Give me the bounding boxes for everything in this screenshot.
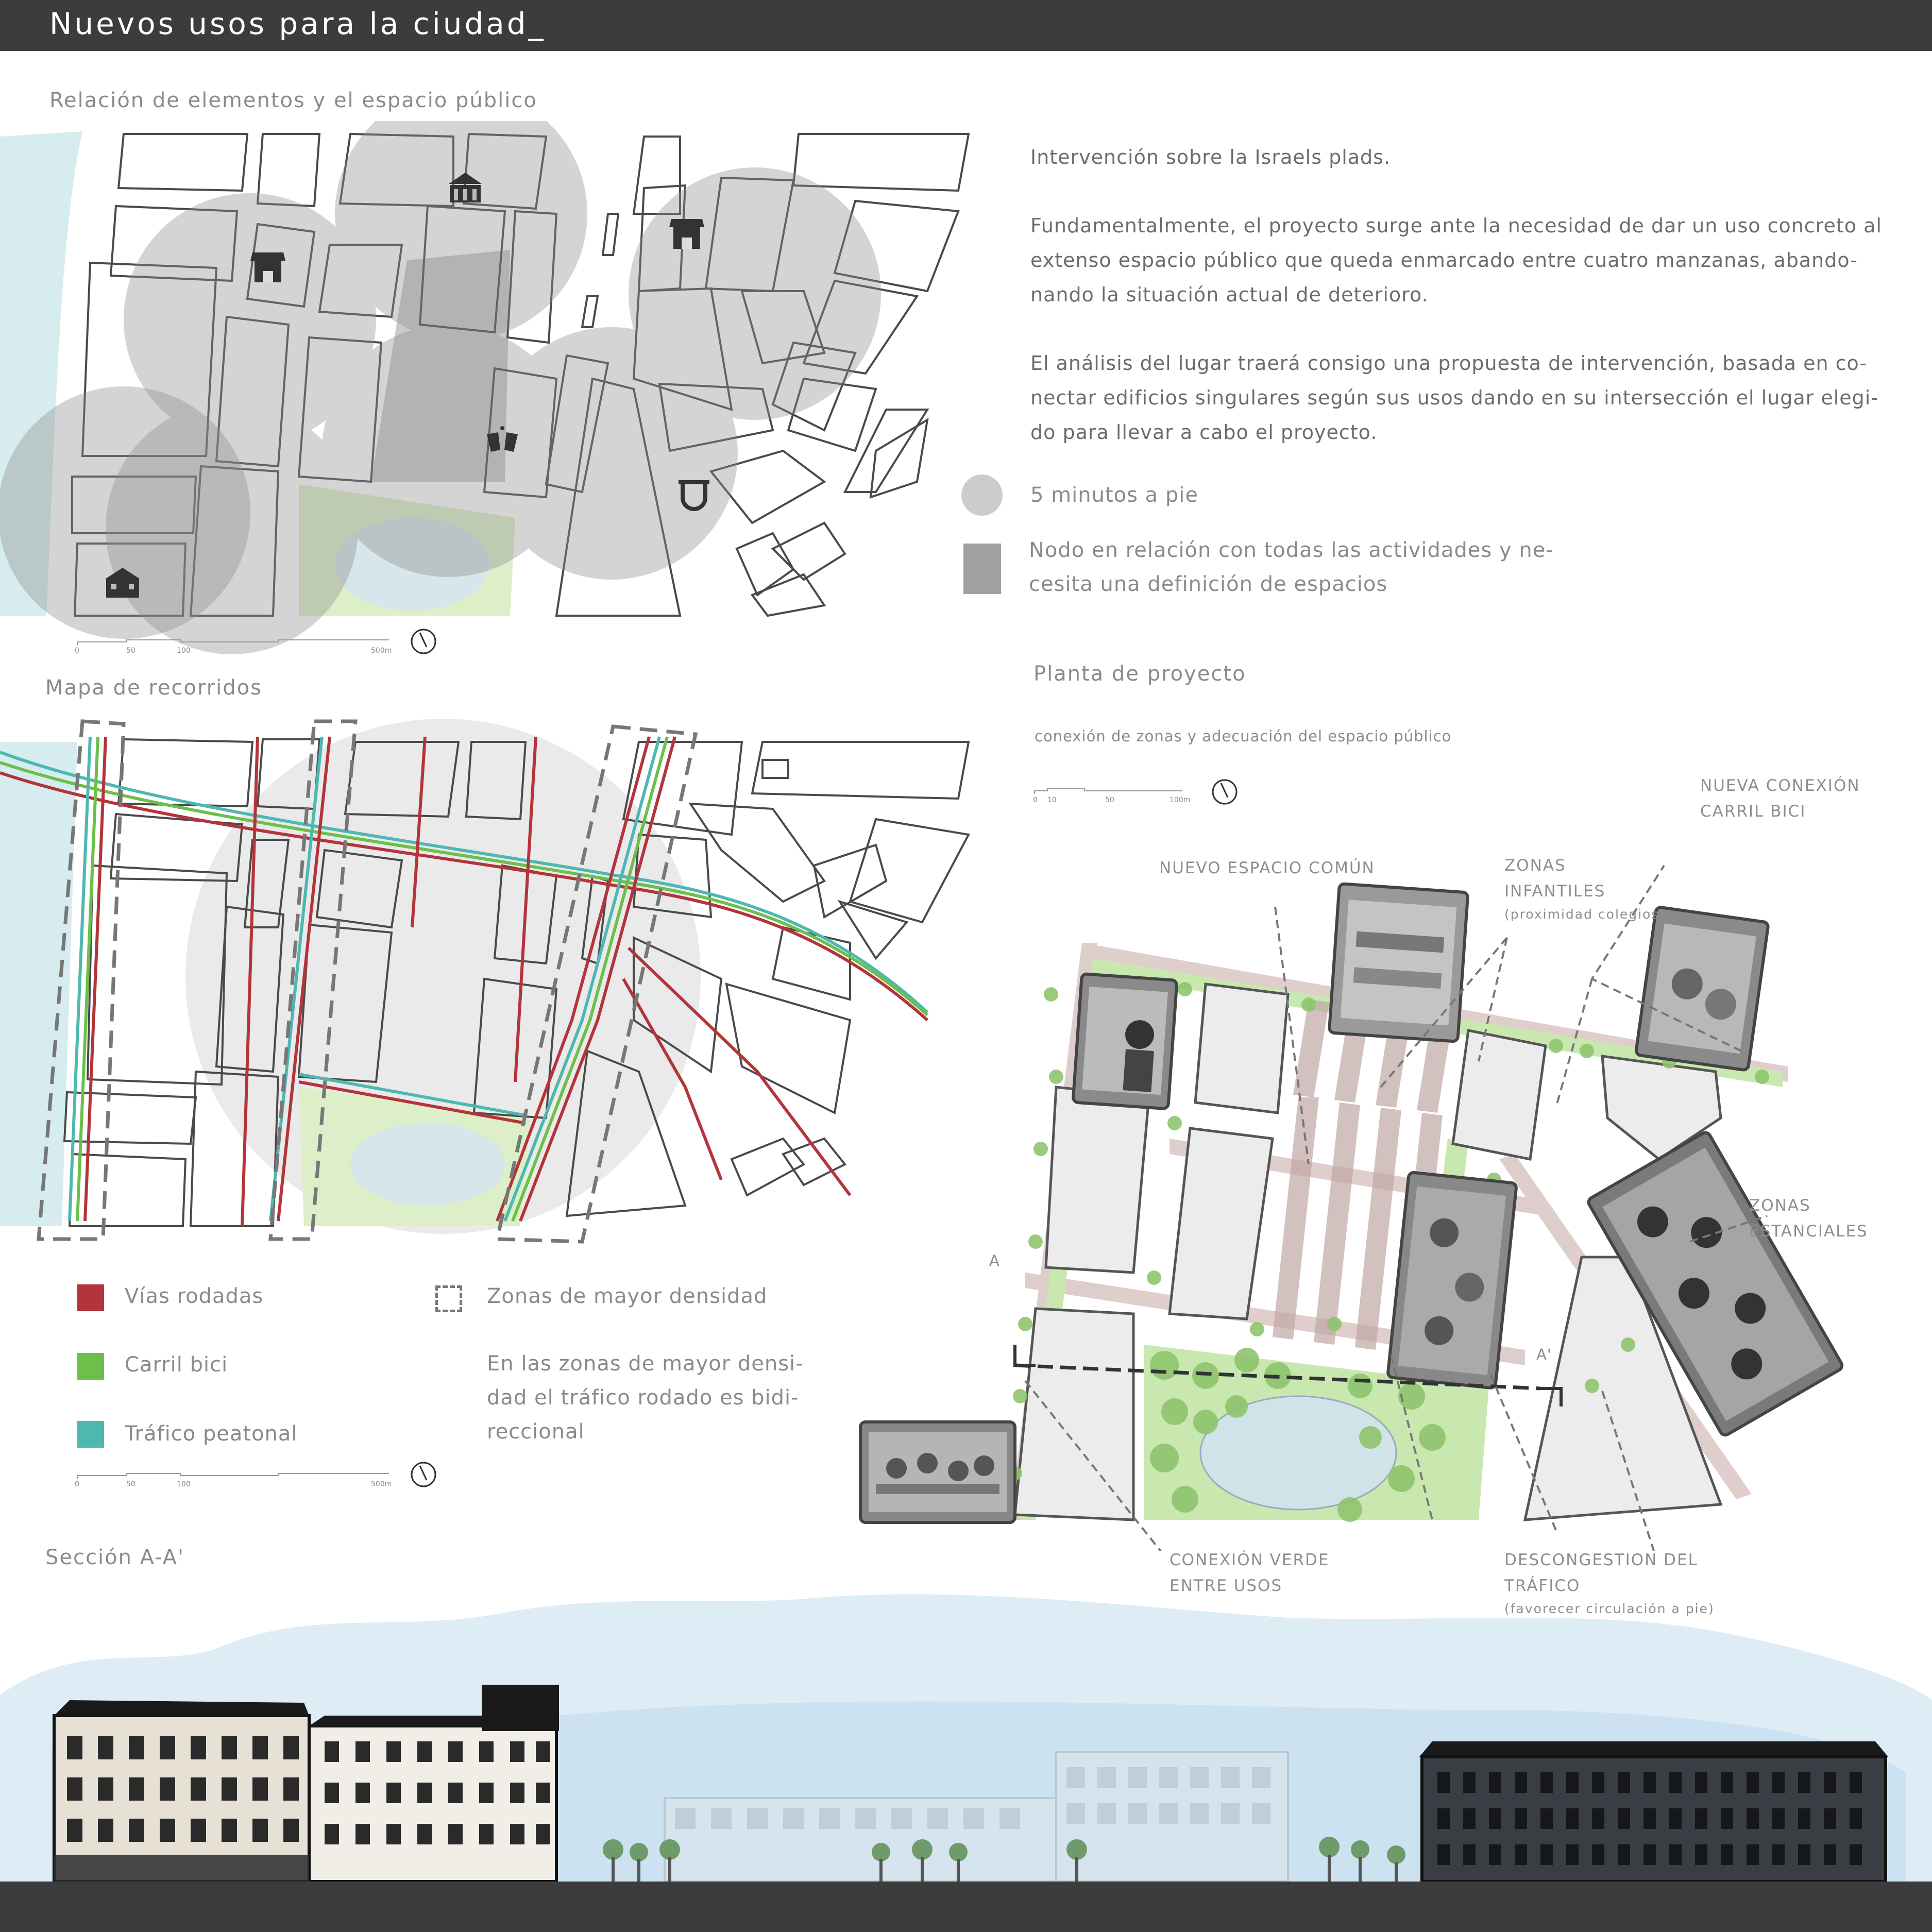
section-mark-a: A <box>989 1252 1000 1269</box>
map2-title: Mapa de recorridos <box>45 676 262 700</box>
photo-person <box>1072 972 1178 1110</box>
intro-p3-l3: do para llevar a cabo el proyecto. <box>1030 421 1378 444</box>
north-arrow-3 <box>1212 779 1238 805</box>
photo-students <box>859 1420 1016 1524</box>
section-drawing <box>0 1594 1932 1883</box>
bike-label: Carril bici <box>125 1353 228 1377</box>
roads-swatch <box>77 1284 104 1311</box>
plan-title: Planta de proyecto <box>1033 662 1246 686</box>
pedestrian-swatch <box>77 1421 104 1448</box>
shop-icon-east <box>669 219 704 249</box>
shop-icon <box>250 252 285 282</box>
section-title: Sección A-A' <box>45 1546 185 1569</box>
section-mark-a-prime: A' <box>1536 1346 1552 1363</box>
density-note-l3: reccional <box>487 1420 585 1444</box>
intro-p2-l3: nando la situación actual de deterioro. <box>1030 283 1429 306</box>
water-area-2 <box>0 742 77 1226</box>
building-right <box>1419 1741 1888 1883</box>
legend-circle-label: 5 minutos a pie <box>1030 483 1198 507</box>
building-left <box>53 1685 559 1883</box>
map1-title: Relación de elementos y el espacio públi… <box>49 89 537 112</box>
title-bar: Nuevos usos para la ciudad_ <box>0 0 1932 51</box>
photo-classroom-top <box>1328 882 1469 1043</box>
legend-circle-icon <box>961 474 1003 516</box>
density-swatch <box>435 1285 462 1312</box>
photo-meeting <box>1386 1171 1518 1389</box>
legend-node-l1: Nodo en relación con todas las actividad… <box>1029 538 1554 562</box>
density-note-l2: dad el tráfico rodado es bidi- <box>487 1386 799 1410</box>
north-arrow-2 <box>411 1462 436 1487</box>
bike-swatch <box>77 1353 104 1380</box>
density-note-l1: En las zonas de mayor densi- <box>487 1352 804 1376</box>
walk-radius-circle-sw <box>0 386 250 639</box>
callout-zonas-infantiles: ZONAS INFANTILES (proximidad colegios) <box>1504 856 1666 922</box>
relation-map <box>0 121 970 654</box>
callout-carril-bici: NUEVA CONEXIÓN CARRIL BICI <box>1700 776 1860 821</box>
legend-node-swatch <box>963 544 1001 594</box>
intro-p2-l2: extenso espacio público que queda enmarc… <box>1030 249 1858 272</box>
roads-label: Vías rodadas <box>125 1284 264 1308</box>
pedestrian-label: Tráfico peatonal <box>125 1422 298 1446</box>
north-arrow-1 <box>411 629 436 654</box>
intro-p3-l1: El análisis del lugar traerá consigo una… <box>1030 352 1868 375</box>
scale-bar-1 <box>77 639 389 645</box>
callout-zonas-estanciales: ZONAS ESTANCIALES <box>1749 1196 1868 1241</box>
footer-bar <box>0 1882 1932 1932</box>
project-plan <box>859 865 1844 1551</box>
intro-p1: Intervención sobre la Israels plads. <box>1030 146 1391 168</box>
intro-p3-l2: nectar edificios singulares según sus us… <box>1030 386 1879 409</box>
scale-bar-2 <box>77 1473 389 1479</box>
density-label: Zonas de mayor densidad <box>487 1284 768 1308</box>
page-title: Nuevos usos para la ciudad_ <box>49 6 546 41</box>
photo-store <box>1634 906 1770 1072</box>
intro-p2-l1: Fundamentalmente, el proyecto surge ante… <box>1030 214 1882 237</box>
routes-map <box>0 719 971 1244</box>
plan-subtitle: conexión de zonas y adecuación del espac… <box>1035 727 1452 745</box>
legend-node-l2: cesita una definición de espacios <box>1029 572 1388 596</box>
callout-nuevo-espacio: NUEVO ESPACIO COMÚN <box>1159 859 1375 877</box>
